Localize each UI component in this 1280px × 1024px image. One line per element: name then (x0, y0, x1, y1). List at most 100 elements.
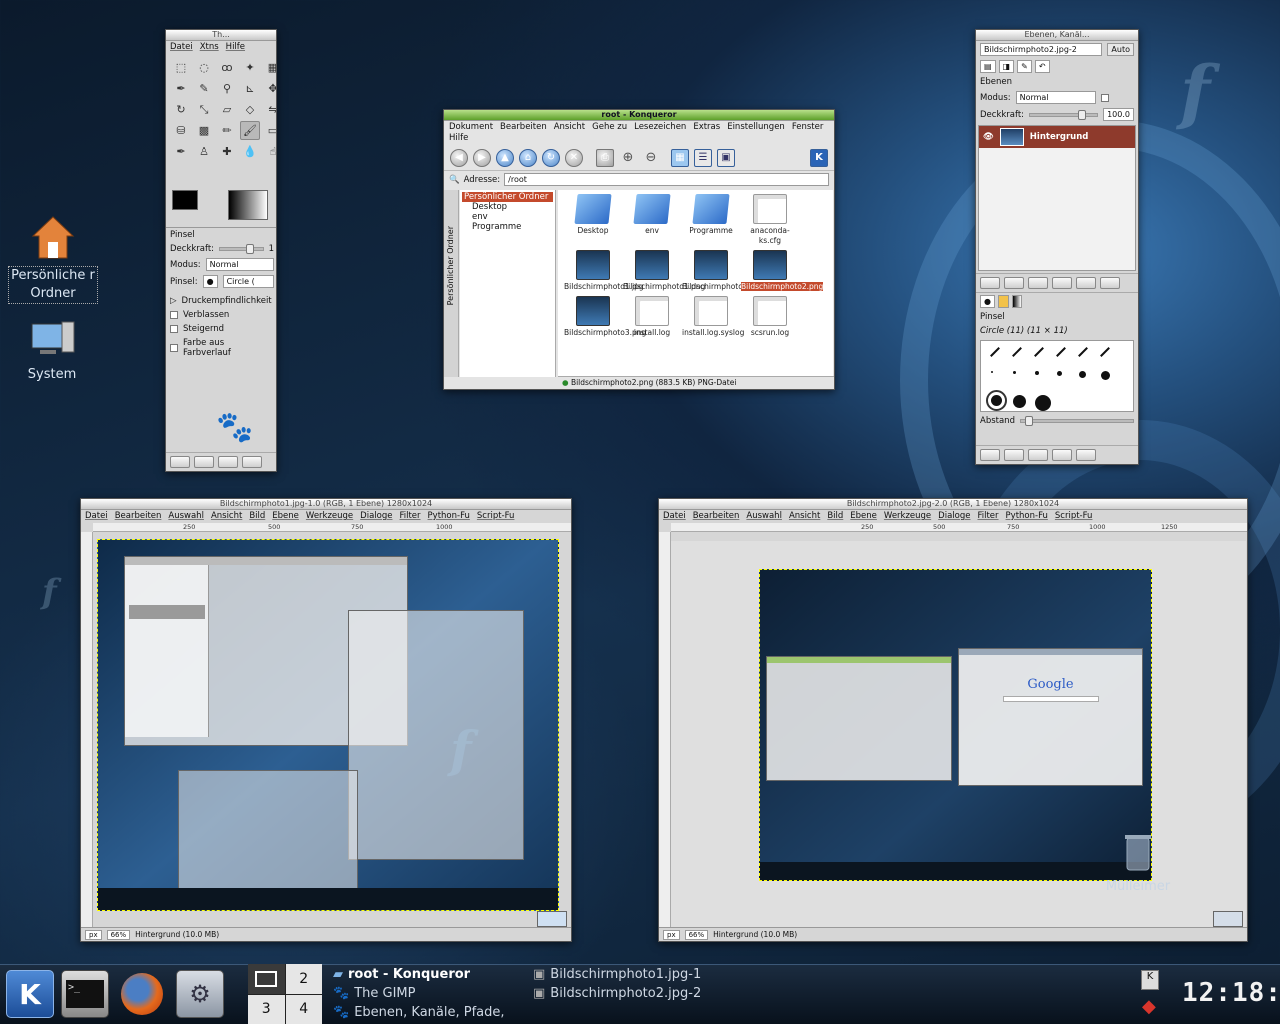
raise-layer-button[interactable] (1004, 277, 1024, 289)
brush-swatch[interactable] (990, 347, 1000, 357)
file-item[interactable]: Desktop (564, 194, 622, 246)
desktop-icon-trash[interactable]: Mülleimer (1098, 832, 1178, 896)
forward-icon[interactable]: ▶ (473, 148, 491, 167)
menu-item[interactable]: Ansicht (789, 511, 820, 522)
brush-swatch[interactable] (1012, 347, 1022, 357)
duplicate-layer-button[interactable] (1052, 277, 1072, 289)
tab-channels[interactable]: ◨ (998, 60, 1015, 73)
menu-item[interactable]: Bearbeiten (693, 511, 740, 522)
mode-select[interactable]: Normal (205, 258, 274, 271)
address-input[interactable]: /root (504, 173, 829, 186)
brush-swatch[interactable] (1035, 395, 1051, 411)
tree-item-desktop[interactable]: Desktop (462, 202, 553, 212)
smudge-tool[interactable]: ☝ (263, 142, 276, 161)
spacing-slider[interactable] (1019, 416, 1134, 426)
vertical-ruler[interactable] (81, 532, 93, 929)
file-item[interactable]: env (623, 194, 681, 246)
lower-layer-button[interactable] (1028, 277, 1048, 289)
checkbox[interactable] (170, 344, 178, 352)
menu-hilfe[interactable]: Hilfe (449, 133, 468, 144)
option-incremental[interactable]: Steigernd (166, 322, 276, 336)
file-item[interactable]: Programme (682, 194, 740, 246)
color-swatches[interactable] (172, 190, 212, 222)
pencil-tool[interactable]: ✏ (217, 121, 237, 140)
save-options-button[interactable] (170, 456, 190, 468)
image-canvas[interactable]: f (97, 539, 559, 911)
task-konqueror[interactable]: ▰ root - Konqueror (333, 967, 470, 982)
image-select[interactable]: Bildschirmphoto2.jpg-2 (980, 43, 1103, 56)
tab-patterns[interactable] (997, 295, 1009, 308)
menu-item[interactable]: Datei (663, 511, 686, 522)
opacity-value[interactable]: 100.0 (1103, 108, 1134, 121)
menu-datei[interactable]: Datei (170, 42, 193, 53)
tab-layers[interactable]: ▤ (980, 60, 996, 73)
auto-button[interactable]: Auto (1107, 43, 1134, 56)
unit-select[interactable]: px (85, 929, 102, 940)
brush-preview[interactable]: ● (202, 275, 218, 288)
free-select-tool[interactable]: ꝏ (217, 58, 237, 77)
brush-swatch[interactable] (1013, 395, 1026, 408)
file-item[interactable]: install.log.syslog (682, 296, 744, 338)
menu-item[interactable]: Dialoge (360, 511, 392, 522)
detail-view-icon[interactable]: ☰ (694, 148, 712, 167)
file-item[interactable]: Bildschirmphoto3.png (564, 296, 646, 338)
menu-item[interactable]: Dialoge (938, 511, 970, 522)
brush-swatch[interactable] (1079, 371, 1086, 378)
window-title[interactable]: Bildschirmphoto1.jpg-1.0 (RGB, 1 Ebene) … (81, 499, 571, 510)
checkbox[interactable] (170, 325, 178, 333)
menu-item[interactable]: Datei (85, 511, 108, 522)
tree-item-programme[interactable]: Programme (462, 222, 553, 232)
menu-fenster[interactable]: Fenster (792, 122, 824, 133)
reset-options-button[interactable] (242, 456, 262, 468)
color-select-tool[interactable]: ▦ (263, 58, 276, 77)
pager-desktop-2[interactable]: 2 (285, 964, 322, 994)
opacity-value[interactable]: 1 (269, 244, 274, 254)
tab-paths[interactable]: ✎ (1017, 60, 1032, 73)
preview-icon[interactable]: ▣ (717, 148, 735, 167)
ellipse-select-tool[interactable]: ◌ (194, 58, 214, 77)
blur-tool[interactable]: 💧 (240, 142, 260, 161)
tab-brushes[interactable]: ● (980, 295, 995, 308)
task-gimp[interactable]: 🐾 The GIMP (333, 986, 415, 1001)
new-layer-button[interactable] (980, 277, 1000, 289)
pager-desktop-1[interactable] (248, 964, 285, 994)
print-icon[interactable]: ⎙ (596, 148, 614, 167)
file-item[interactable]: Bildschirmphoto1.png (623, 250, 705, 292)
layer-row[interactable]: 👁 Hintergrund (979, 126, 1135, 148)
color-picker-tool[interactable]: ✎ (194, 79, 214, 98)
blend-tool[interactable]: ▩ (194, 121, 214, 140)
ink-tool[interactable]: ✒ (171, 142, 191, 161)
delete-brush-button[interactable] (1052, 449, 1072, 461)
klipper-icon[interactable]: K (1141, 970, 1159, 990)
brush-swatch[interactable] (1100, 347, 1110, 357)
window-title[interactable]: Th... (166, 30, 276, 41)
brush-swatch[interactable] (1013, 371, 1016, 374)
brush-swatch[interactable] (986, 390, 1007, 411)
horizontal-ruler[interactable]: 250 500 750 1000 1250 (671, 523, 1247, 532)
opacity-slider[interactable] (1029, 109, 1099, 120)
menu-bearbeiten[interactable]: Bearbeiten (500, 122, 547, 133)
rect-select-tool[interactable]: ⬚ (171, 58, 191, 77)
bucket-fill-tool[interactable]: ⛁ (171, 121, 191, 140)
delete-layer-button[interactable] (1100, 277, 1120, 289)
restore-options-button[interactable] (194, 456, 214, 468)
menu-ansicht[interactable]: Ansicht (554, 122, 585, 133)
task-image-1[interactable]: ▣ Bildschirmphoto1.jpg-1 (533, 967, 701, 982)
zoom-in-icon[interactable]: ⊕ (619, 149, 637, 167)
system-settings-icon[interactable]: ⚙ (176, 970, 224, 1018)
delete-options-button[interactable] (218, 456, 238, 468)
unit-select[interactable]: px (663, 929, 680, 940)
window-title[interactable]: Ebenen, Kanäl... (976, 30, 1138, 41)
tree-item-env[interactable]: env (462, 212, 553, 222)
menu-item[interactable]: Bearbeiten (115, 511, 162, 522)
scale-tool[interactable]: ⤡ (194, 100, 214, 119)
menu-item[interactable]: Filter (399, 511, 420, 522)
fuzzy-select-tool[interactable]: ✦ (240, 58, 260, 77)
menu-dokument[interactable]: Dokument (449, 122, 493, 133)
zoom-select[interactable]: 66% (684, 929, 709, 940)
menu-item[interactable]: Python-Fu (1006, 511, 1048, 522)
vertical-ruler[interactable] (659, 532, 671, 929)
task-image-2[interactable]: ▣ Bildschirmphoto2.jpg-2 (533, 986, 701, 1001)
pager-desktop-3[interactable]: 3 (248, 994, 285, 1024)
menu-extras[interactable]: Extras (693, 122, 720, 133)
